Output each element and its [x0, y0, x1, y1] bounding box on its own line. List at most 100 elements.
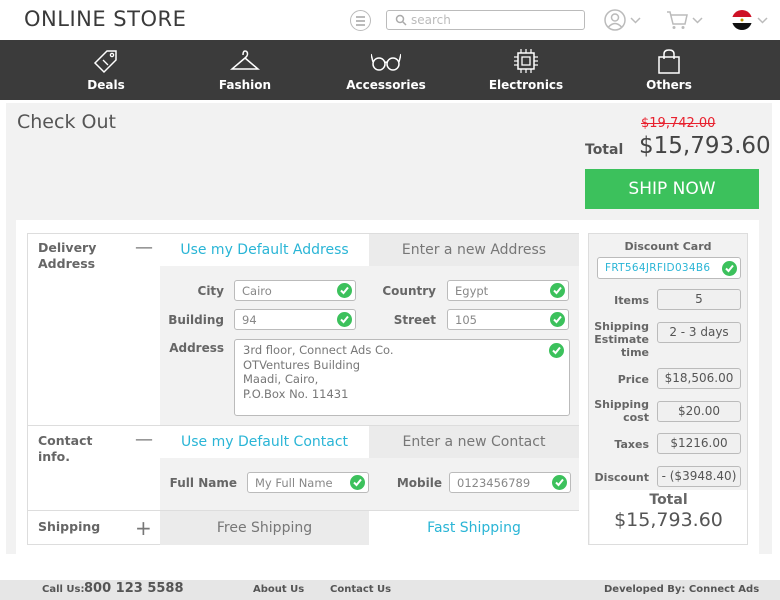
check-icon [350, 475, 365, 490]
user-icon [604, 9, 626, 31]
address-textarea[interactable]: 3rd floor, Connect Ads Co. OTVentures Bu… [234, 339, 570, 416]
nav-item-label: Deals [87, 78, 125, 92]
expand-shipping-button[interactable]: + [135, 516, 152, 540]
about-us-link[interactable]: About Us [253, 584, 304, 595]
street-label: Street [393, 313, 436, 327]
search-input[interactable] [411, 12, 579, 27]
total-price: $15,793.60 [639, 133, 771, 159]
discount-row-label: Discount [594, 471, 649, 484]
chevron-down-icon [630, 17, 641, 24]
check-icon [550, 283, 565, 298]
checkout-area: Check Out $19,742.00 Total $15,793.60 SH… [6, 103, 772, 554]
city-label: City [197, 284, 224, 298]
mobile-label: Mobile [396, 476, 442, 490]
mobile-field[interactable]: 0123456789 [449, 472, 571, 493]
estimate-label: Shipping Estimate time [594, 320, 649, 359]
shipping-cost-label: Shipping cost [594, 398, 649, 424]
developer-credit[interactable]: Developed By: Connect Ads [604, 584, 759, 595]
check-icon [337, 283, 352, 298]
nav-item-deals[interactable]: Deals [56, 40, 156, 100]
price-tag-icon [93, 50, 117, 74]
full-name-field[interactable]: My Full Name [247, 472, 369, 493]
nav-item-label: Accessories [346, 78, 426, 92]
check-icon [549, 343, 564, 358]
user-menu[interactable] [604, 9, 642, 31]
street-field[interactable]: 105 [447, 309, 569, 330]
nav-item-label: Fashion [218, 78, 272, 92]
header: ONLINE STORE [0, 0, 780, 40]
city-value: Cairo [242, 284, 272, 298]
estimate-value: 2 - 3 days [657, 322, 741, 343]
building-field[interactable]: 94 [234, 309, 356, 330]
cart-icon [667, 11, 688, 29]
language-menu[interactable] [732, 10, 770, 32]
page-title: Check Out [17, 111, 116, 133]
checkout-form: Delivery Address — Use my Default Addres… [27, 233, 579, 545]
chip-icon [514, 49, 538, 73]
tab-default-address[interactable]: Use my Default Address [160, 234, 369, 266]
hanger-icon [230, 50, 260, 70]
address-line: P.O.Box No. 11431 [243, 386, 349, 401]
items-value: 5 [657, 289, 741, 310]
shipping-cost-value: $20.00 [657, 401, 741, 422]
address-line: OTVentures Building [243, 357, 361, 372]
tab-default-contact[interactable]: Use my Default Contact [160, 426, 369, 458]
phone-number[interactable]: 800 123 5588 [84, 581, 184, 596]
check-icon [337, 312, 352, 327]
tab-new-contact[interactable]: Enter a new Contact [369, 426, 579, 458]
check-icon [552, 475, 567, 490]
street-value: 105 [455, 313, 477, 327]
chevron-down-icon [757, 17, 768, 24]
store-logo[interactable]: ONLINE STORE [24, 7, 186, 31]
collapse-contact-button[interactable]: — [135, 429, 153, 450]
tab-new-address[interactable]: Enter a new Address [369, 234, 579, 266]
fast-shipping-option[interactable]: Fast Shipping [369, 511, 579, 545]
nav-item-electronics[interactable]: Electronics [476, 40, 576, 100]
check-icon [550, 312, 565, 327]
discount-code-field[interactable]: FRT564JRFID034B6 [597, 257, 741, 279]
building-value: 94 [242, 313, 257, 327]
country-value: Egypt [455, 284, 489, 298]
country-field[interactable]: Egypt [447, 280, 569, 301]
menu-icon[interactable] [350, 10, 371, 31]
order-summary: Discount Card FRT564JRFID034B6 Items 5 S… [588, 233, 748, 545]
summary-total: Total $15,793.60 [590, 490, 747, 544]
nav-item-others[interactable]: Others [619, 40, 719, 100]
glasses-icon [371, 53, 401, 71]
chevron-down-icon [692, 17, 703, 24]
discount-row-value: - ($3948.40) [657, 466, 741, 487]
nav-item-fashion[interactable]: Fashion [195, 40, 295, 100]
address-line: 3rd floor, Connect Ads Co. [243, 343, 394, 357]
city-field[interactable]: Cairo [234, 280, 356, 301]
contact-us-link[interactable]: Contact Us [330, 584, 391, 595]
nav-item-label: Others [646, 78, 692, 92]
nav-item-accessories[interactable]: Accessories [336, 40, 436, 100]
delivery-address-label: Delivery Address [38, 240, 97, 271]
taxes-label: Taxes [614, 438, 649, 451]
full-name-label: Full Name [169, 476, 237, 490]
ship-now-button[interactable]: SHIP NOW [585, 169, 759, 209]
mobile-placeholder: 0123456789 [457, 476, 531, 490]
call-us-label: Call Us: [42, 584, 85, 595]
items-label: Items [614, 294, 649, 307]
search-icon [395, 14, 407, 26]
price-label: Price [617, 373, 649, 386]
category-nav: Deals Fashion Accessories Electronics Ot… [0, 40, 780, 100]
search-box[interactable] [386, 10, 585, 30]
shipping-label: Shipping [38, 519, 101, 534]
contact-info-label: Contact info. [38, 433, 93, 464]
free-shipping-option[interactable]: Free Shipping [160, 511, 369, 545]
egypt-flag-icon [732, 10, 752, 30]
checkout-panel: Delivery Address — Use my Default Addres… [16, 220, 759, 554]
full-name-placeholder: My Full Name [255, 476, 333, 490]
address-label: Address [169, 341, 224, 355]
address-line: Maadi, Cairo, [243, 372, 319, 386]
collapse-delivery-button[interactable]: — [135, 237, 153, 258]
discount-code-value: FRT564JRFID034B6 [605, 262, 711, 274]
country-label: Country [382, 284, 436, 298]
taxes-value: $1216.00 [657, 433, 741, 454]
cart-menu[interactable] [666, 10, 704, 32]
shopping-bag-icon [658, 49, 680, 74]
total-label: Total [585, 142, 624, 158]
check-icon [722, 261, 737, 276]
